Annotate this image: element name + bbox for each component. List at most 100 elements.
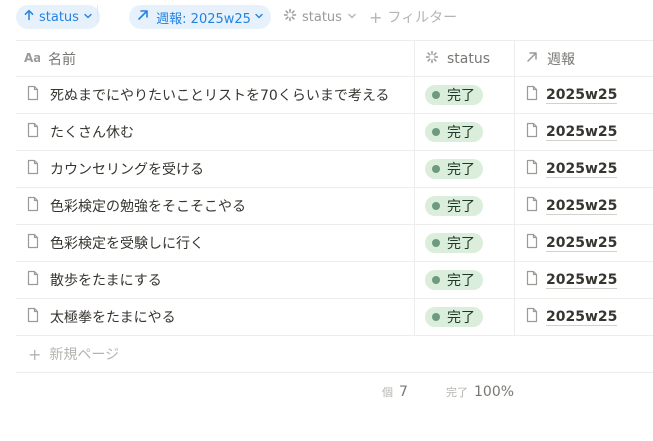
page-title[interactable]: カウンセリングを受ける: [50, 159, 204, 179]
weekly-relation-link[interactable]: 2025w25: [546, 124, 618, 141]
page-icon: [24, 122, 50, 142]
new-page-label: 新規ページ: [49, 347, 120, 363]
status-badge: 完了: [425, 159, 483, 179]
page-icon: [24, 159, 50, 179]
page-title[interactable]: 太極拳をたまにやる: [50, 307, 176, 327]
done-summary[interactable]: 完了 100%: [446, 383, 514, 401]
weekly-relation-link[interactable]: 2025w25: [546, 87, 618, 104]
text-aa-icon: Aa: [24, 50, 48, 68]
table-row[interactable]: カウンセリングを受ける 完了 2025w25: [16, 151, 653, 188]
column-header-status[interactable]: status: [414, 41, 514, 76]
arrow-up-right-icon: [136, 8, 150, 26]
status-dot-icon: [432, 91, 440, 99]
weekly-relation-link[interactable]: 2025w25: [546, 272, 618, 289]
weekly-cell[interactable]: 2025w25: [514, 188, 653, 224]
page-icon: [24, 233, 50, 253]
arrow-up-icon: [23, 9, 35, 25]
status-cell[interactable]: 完了: [414, 262, 514, 298]
status-dot-icon: [432, 165, 440, 173]
done-label: 完了: [446, 386, 468, 399]
add-filter-button[interactable]: + フィルター: [369, 7, 457, 27]
page-icon: [525, 159, 546, 179]
count-summary[interactable]: 個 7: [382, 383, 408, 401]
svg-text:Aa: Aa: [24, 51, 40, 64]
table-row[interactable]: 死ぬまでにやりたいことリストを70くらいまで考える 完了 2025w25: [16, 77, 653, 114]
status-dot-icon: [432, 202, 440, 210]
weekly-cell[interactable]: 2025w25: [514, 151, 653, 187]
loading-spinner-icon: [425, 50, 447, 68]
status-cell[interactable]: 完了: [414, 225, 514, 261]
new-page-button[interactable]: + 新規ページ: [16, 336, 653, 373]
status-dot-icon: [432, 276, 440, 284]
weekly-filter-label: 週報: 2025w25: [156, 11, 251, 27]
status-badge-label: 完了: [447, 273, 475, 289]
status-filter-label: status: [302, 9, 342, 25]
weekly-relation-link[interactable]: 2025w25: [546, 235, 618, 252]
table-row[interactable]: 散歩をたまにする 完了 2025w25: [16, 262, 653, 299]
plus-icon: +: [28, 344, 42, 364]
sort-chip-label: status: [39, 9, 79, 25]
count-value: 7: [399, 384, 408, 400]
table-row[interactable]: 色彩検定の勉強をそこそこやる 完了 2025w25: [16, 188, 653, 225]
loading-spinner-icon: [283, 8, 297, 26]
database-table: Aa 名前 status 週報 死ぬまでにやりたいことリストを70くらいまで考え…: [16, 40, 653, 373]
weekly-relation-link[interactable]: 2025w25: [546, 161, 618, 178]
page-icon: [24, 270, 50, 290]
status-badge: 完了: [425, 85, 483, 105]
weekly-filter-chip[interactable]: 週報: 2025w25: [129, 5, 271, 29]
column-header-name[interactable]: Aa 名前: [16, 41, 414, 76]
status-dot-icon: [432, 239, 440, 247]
name-cell[interactable]: 色彩検定を受験しに行く: [16, 225, 414, 261]
status-badge-label: 完了: [447, 125, 475, 141]
weekly-cell[interactable]: 2025w25: [514, 77, 653, 113]
count-label: 個: [382, 386, 393, 399]
weekly-relation-link[interactable]: 2025w25: [546, 198, 618, 215]
status-cell[interactable]: 完了: [414, 114, 514, 150]
page-icon: [24, 196, 50, 216]
page-title[interactable]: 色彩検定を受験しに行く: [50, 233, 204, 253]
weekly-cell[interactable]: 2025w25: [514, 114, 653, 150]
name-cell[interactable]: 死ぬまでにやりたいことリストを70くらいまで考える: [16, 77, 414, 113]
name-cell[interactable]: 散歩をたまにする: [16, 262, 414, 298]
sort-chip[interactable]: status: [16, 5, 100, 29]
weekly-cell[interactable]: 2025w25: [514, 262, 653, 298]
weekly-cell[interactable]: 2025w25: [514, 225, 653, 261]
page-icon: [525, 85, 546, 105]
page-title[interactable]: 色彩検定の勉強をそこそこやる: [50, 196, 246, 216]
status-cell[interactable]: 完了: [414, 188, 514, 224]
plus-icon: +: [368, 7, 383, 27]
status-cell[interactable]: 完了: [414, 151, 514, 187]
chevron-down-icon: [83, 10, 93, 25]
status-badge: 完了: [425, 122, 483, 142]
page-icon: [525, 233, 546, 253]
name-cell[interactable]: 太極拳をたまにやる: [16, 299, 414, 335]
weekly-relation-link[interactable]: 2025w25: [546, 309, 618, 326]
page-icon: [525, 307, 546, 327]
name-cell[interactable]: 色彩検定の勉強をそこそこやる: [16, 188, 414, 224]
status-badge-label: 完了: [447, 162, 475, 178]
column-header-status-label: status: [447, 50, 491, 67]
page-icon: [525, 122, 546, 142]
chevron-down-icon: [254, 10, 264, 25]
name-cell[interactable]: カウンセリングを受ける: [16, 151, 414, 187]
page-title[interactable]: 死ぬまでにやりたいことリストを70くらいまで考える: [50, 85, 389, 105]
status-filter[interactable]: status: [283, 8, 357, 26]
column-header-name-label: 名前: [48, 51, 76, 68]
status-cell[interactable]: 完了: [414, 77, 514, 113]
table-row[interactable]: たくさん休む 完了 2025w25: [16, 114, 653, 151]
page-title[interactable]: たくさん休む: [50, 122, 134, 142]
page-title[interactable]: 散歩をたまにする: [50, 270, 162, 290]
status-badge-label: 完了: [447, 199, 475, 215]
status-badge: 完了: [425, 270, 483, 290]
table-row[interactable]: 色彩検定を受験しに行く 完了 2025w25: [16, 225, 653, 262]
column-header-weekly[interactable]: 週報: [514, 41, 653, 76]
status-cell[interactable]: 完了: [414, 299, 514, 335]
filter-bar: status 週報: 2025w25 status + フィルター: [16, 5, 457, 29]
add-filter-label: フィルター: [387, 10, 458, 26]
table-row[interactable]: 太極拳をたまにやる 完了 2025w25: [16, 299, 653, 336]
name-cell[interactable]: たくさん休む: [16, 114, 414, 150]
status-badge: 完了: [425, 307, 483, 327]
done-value: 100%: [474, 384, 515, 400]
weekly-cell[interactable]: 2025w25: [514, 299, 653, 335]
status-badge: 完了: [425, 233, 483, 253]
